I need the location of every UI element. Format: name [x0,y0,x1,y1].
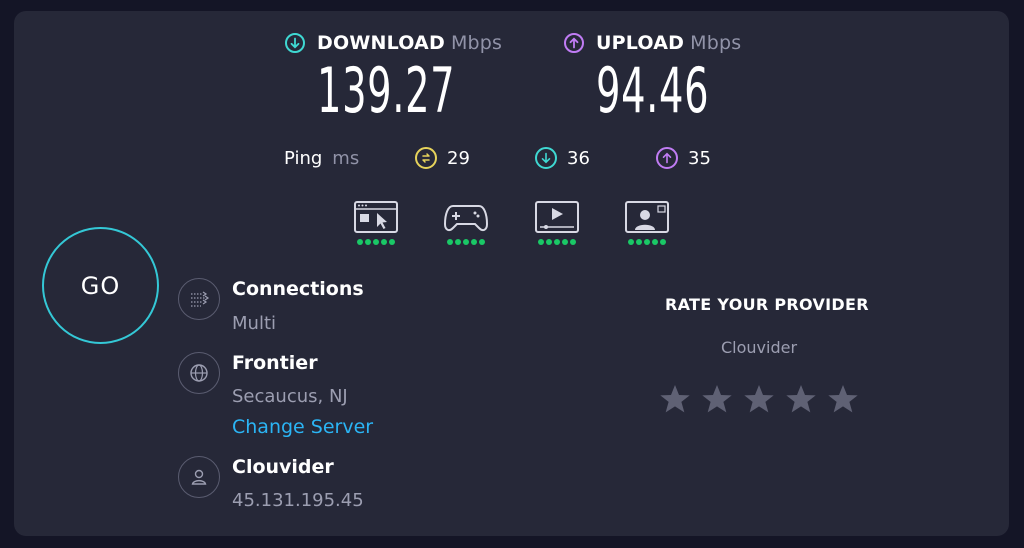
rating-dots [538,239,576,245]
star-icon[interactable] [659,383,691,415]
go-button[interactable]: GO [42,227,159,344]
download-value: 139.27 [317,54,456,127]
ping-idle-icon [415,147,437,169]
ping-unit: ms [332,148,360,169]
server-title: Frontier [232,352,318,374]
ping-download-value: 36 [567,147,590,169]
ping-label: Ping [284,148,323,169]
ping-label-group: Ping ms [284,148,359,169]
download-header: DOWNLOAD Mbps [285,32,502,54]
user-icon [178,456,220,498]
connections-icon [178,278,220,320]
gaming-icon [443,205,489,232]
video-call-icon [625,201,669,233]
upload-unit: Mbps [690,32,742,54]
arrow-down-circle-icon [285,33,305,53]
ping-download-icon [535,147,557,169]
connections-title: Connections [232,278,364,300]
activity-web-browsing[interactable] [352,200,400,245]
globe-icon [178,352,220,394]
download-label: DOWNLOAD [317,32,445,54]
speedtest-panel [14,11,1009,536]
rating-dots [447,239,485,245]
server-location: Secaucus, NJ [232,386,348,407]
connections-value: Multi [232,313,276,334]
upload-label: UPLOAD [596,32,685,54]
ping-idle-value: 29 [447,147,470,169]
provider-title: Clouvider [232,456,334,478]
upload-value: 94.46 [596,54,710,127]
arrow-up-circle-icon [564,33,584,53]
provider-ip: 45.131.195.45 [232,490,364,511]
upload-header: UPLOAD Mbps [564,32,741,54]
rating-dots [628,239,666,245]
activity-video-call[interactable] [623,200,671,245]
ping-idle: 29 [415,147,470,169]
rate-provider-name: Clouvider [721,338,798,357]
activity-streaming[interactable] [533,200,581,245]
star-icon[interactable] [743,383,775,415]
activity-gaming[interactable] [442,200,490,245]
web-browsing-icon [354,201,398,233]
change-server-link[interactable]: Change Server [232,416,373,438]
ping-upload-icon [656,147,678,169]
rating-stars [659,383,859,415]
streaming-icon [535,201,579,233]
star-icon[interactable] [701,383,733,415]
ping-download: 36 [535,147,590,169]
ping-upload: 35 [656,147,711,169]
star-icon[interactable] [785,383,817,415]
rate-provider-title: RATE YOUR PROVIDER [665,295,869,314]
download-unit: Mbps [450,32,503,54]
rating-dots [357,239,395,245]
star-icon[interactable] [827,383,859,415]
ping-upload-value: 35 [688,147,711,169]
